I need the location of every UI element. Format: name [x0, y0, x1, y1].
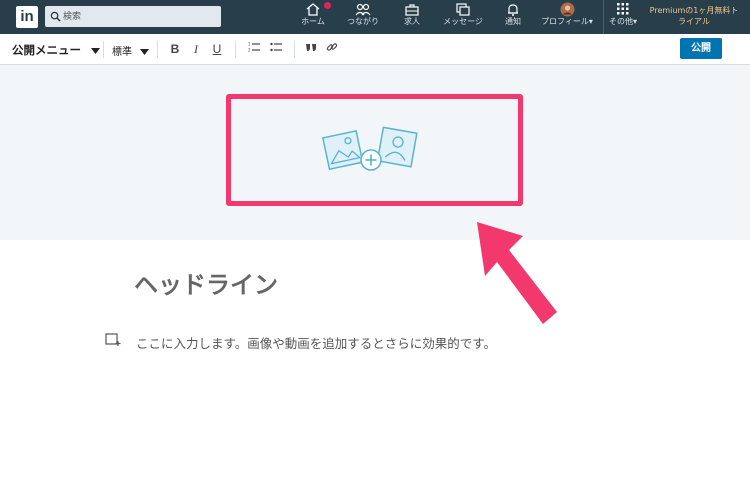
- italic-button[interactable]: I: [188, 41, 204, 57]
- nav-label-home: ホーム: [301, 17, 325, 26]
- top-nav: in ホーム つながり 求人 メ: [0, 0, 750, 34]
- publish-menu-dropdown[interactable]: 公開メニュー: [12, 42, 101, 58]
- nav-label-notifications: 通知: [505, 17, 521, 26]
- search-input[interactable]: [63, 6, 213, 27]
- numbered-list-icon: 1 2: [248, 42, 260, 53]
- toolbar-divider: [235, 41, 236, 58]
- grid-icon: [617, 3, 629, 15]
- underline-button[interactable]: U: [209, 41, 225, 57]
- nav-label-jobs: 求人: [404, 17, 420, 26]
- publish-menu-label: 公開メニュー: [12, 43, 81, 57]
- notification-badge: [323, 1, 332, 10]
- nav-home[interactable]: ホーム: [298, 1, 332, 32]
- link-button[interactable]: [324, 41, 340, 57]
- nav-messaging[interactable]: メッセージ: [440, 2, 486, 32]
- numbered-list-button[interactable]: 1 2: [246, 41, 262, 57]
- premium-trial-link[interactable]: Premiumの1ヶ月無料トライアル: [646, 5, 742, 27]
- svg-text:2: 2: [248, 48, 251, 53]
- cover-image-area[interactable]: [0, 65, 750, 240]
- people-icon: [355, 3, 371, 16]
- nav-divider: [603, 0, 604, 34]
- nav-label-network: つながり: [347, 17, 379, 26]
- editor-toolbar: 公開メニュー 標準 B I U 1 2 公開: [0, 34, 750, 65]
- link-icon: [326, 43, 338, 51]
- text-style-label: 標準: [112, 47, 132, 58]
- highlight-box: [226, 94, 523, 206]
- body-text-field[interactable]: ここに入力します。画像や動画を追加するとさらに効果的です。: [136, 333, 496, 352]
- search-icon: [50, 11, 61, 22]
- nav-label-profile: プロフィール▾: [541, 17, 593, 26]
- home-icon: [306, 3, 320, 16]
- linkedin-logo[interactable]: in: [16, 6, 38, 28]
- toolbar-divider: [103, 41, 104, 58]
- text-style-dropdown[interactable]: 標準: [112, 43, 150, 58]
- nav-notifications[interactable]: 通知: [500, 2, 526, 32]
- add-media-icon[interactable]: [105, 333, 121, 347]
- nav-label-messaging: メッセージ: [443, 17, 483, 26]
- add-image-icon[interactable]: [321, 126, 421, 176]
- headline-field[interactable]: ヘッドライン: [134, 265, 278, 300]
- quote-icon: [306, 44, 316, 51]
- message-icon: [456, 3, 470, 16]
- nav-profile[interactable]: プロフィール▾: [536, 2, 598, 32]
- bulleted-list-button[interactable]: [268, 41, 284, 57]
- toolbar-divider: [294, 41, 295, 58]
- svg-text:1: 1: [248, 42, 251, 47]
- publish-button[interactable]: 公開: [680, 38, 722, 59]
- bell-icon: [508, 4, 518, 16]
- bulleted-list-icon: [270, 42, 282, 52]
- avatar: [560, 2, 574, 17]
- nav-more[interactable]: その他▾: [605, 2, 641, 32]
- toolbar-divider: [157, 41, 158, 58]
- quote-button[interactable]: [303, 41, 319, 57]
- briefcase-icon: [405, 4, 419, 16]
- pointer-arrow: [477, 222, 557, 324]
- nav-network[interactable]: つながり: [344, 2, 382, 32]
- caret-down-icon: [91, 47, 101, 54]
- caret-down-icon: [140, 49, 150, 55]
- nav-jobs[interactable]: 求人: [398, 2, 426, 32]
- bold-button[interactable]: B: [167, 41, 183, 57]
- nav-label-more: その他▾: [608, 17, 637, 26]
- search-box[interactable]: [45, 6, 221, 27]
